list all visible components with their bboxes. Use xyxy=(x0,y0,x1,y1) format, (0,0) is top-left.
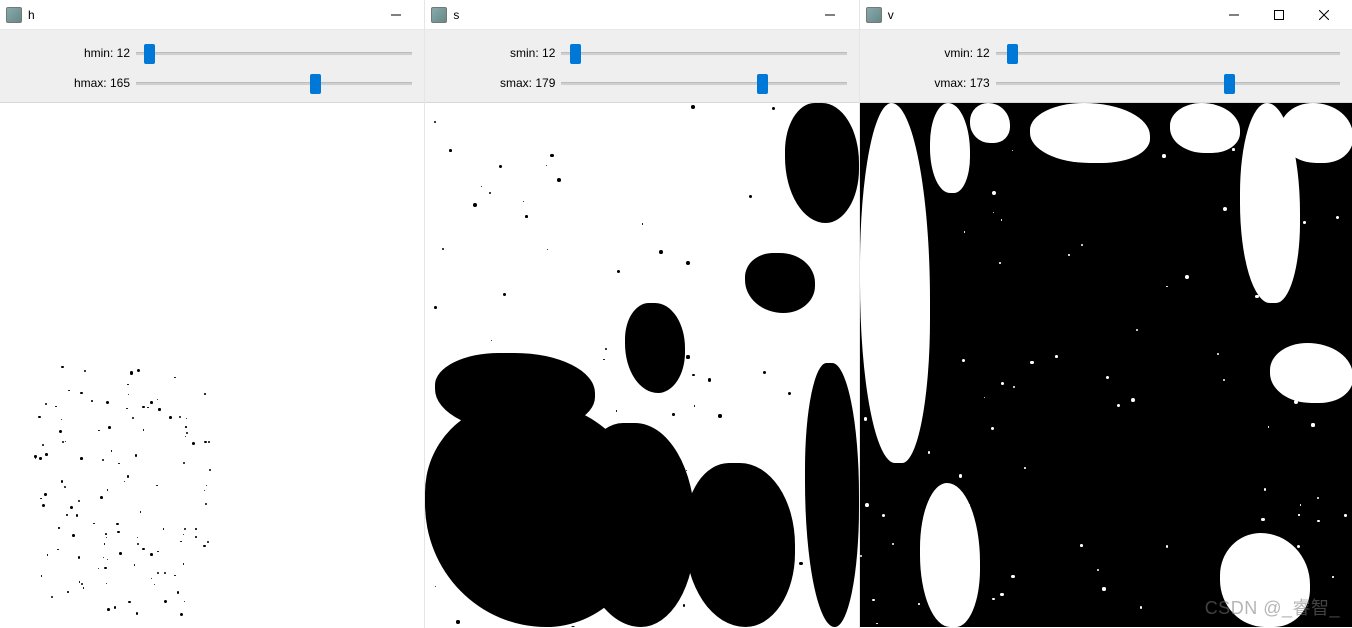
window-v: v vmin: 12 vmax: 173 xyxy=(859,0,1352,628)
slider-value: 12 xyxy=(117,46,130,60)
slider-thumb[interactable] xyxy=(1224,74,1235,94)
slider-label: smax: 179 xyxy=(425,76,561,90)
slider-value: 12 xyxy=(542,46,555,60)
window-title: h xyxy=(28,8,373,22)
slider-thumb[interactable] xyxy=(1007,44,1018,64)
slider-vmax: vmax: 173 xyxy=(860,68,1352,98)
close-button[interactable] xyxy=(1301,1,1346,29)
slider-track[interactable] xyxy=(136,42,412,64)
image-canvas-v xyxy=(860,103,1352,627)
image-canvas-h xyxy=(0,103,424,627)
window-buttons xyxy=(373,1,418,29)
slider-label: smin: 12 xyxy=(425,46,561,60)
window-buttons xyxy=(808,1,853,29)
slider-track[interactable] xyxy=(136,72,412,94)
app-icon xyxy=(6,7,22,23)
slider-rail xyxy=(561,52,846,56)
slider-track[interactable] xyxy=(996,42,1340,64)
slider-label: vmax: 173 xyxy=(860,76,996,90)
slider-value: 12 xyxy=(976,46,989,60)
slider-rail xyxy=(996,82,1340,86)
window-h: h hmin: 12 hmax: 165 xyxy=(0,0,424,628)
window-s: s smin: 12 smax: 179 xyxy=(424,0,858,628)
maximize-button[interactable] xyxy=(1256,1,1301,29)
slider-thumb[interactable] xyxy=(144,44,155,64)
minimize-button[interactable] xyxy=(1211,1,1256,29)
window-buttons xyxy=(1211,1,1346,29)
minimize-button[interactable] xyxy=(373,1,418,29)
window-title: s xyxy=(453,8,807,22)
slider-vmin: vmin: 12 xyxy=(860,38,1352,68)
titlebar[interactable]: h xyxy=(0,0,424,30)
trackbar-panel: smin: 12 smax: 179 xyxy=(425,30,858,103)
app-icon xyxy=(431,7,447,23)
slider-value: 173 xyxy=(970,76,990,90)
slider-track[interactable] xyxy=(561,42,846,64)
slider-hmax: hmax: 165 xyxy=(0,68,424,98)
slider-rail xyxy=(996,52,1340,56)
slider-label: hmax: 165 xyxy=(0,76,136,90)
slider-smax: smax: 179 xyxy=(425,68,858,98)
slider-value: 165 xyxy=(110,76,130,90)
slider-thumb[interactable] xyxy=(570,44,581,64)
trackbar-panel: vmin: 12 vmax: 173 xyxy=(860,30,1352,103)
slider-rail xyxy=(136,52,412,56)
titlebar[interactable]: s xyxy=(425,0,858,30)
slider-value: 179 xyxy=(535,76,555,90)
image-canvas-s xyxy=(425,103,858,627)
slider-label: vmin: 12 xyxy=(860,46,996,60)
slider-thumb[interactable] xyxy=(757,74,768,94)
slider-rail xyxy=(136,82,412,86)
slider-rail xyxy=(561,82,846,86)
titlebar[interactable]: v xyxy=(860,0,1352,30)
app-icon xyxy=(866,7,882,23)
slider-hmin: hmin: 12 xyxy=(0,38,424,68)
slider-label: hmin: 12 xyxy=(0,46,136,60)
slider-track[interactable] xyxy=(561,72,846,94)
slider-track[interactable] xyxy=(996,72,1340,94)
minimize-button[interactable] xyxy=(808,1,853,29)
slider-thumb[interactable] xyxy=(310,74,321,94)
window-title: v xyxy=(888,8,1211,22)
slider-smin: smin: 12 xyxy=(425,38,858,68)
trackbar-panel: hmin: 12 hmax: 165 xyxy=(0,30,424,103)
